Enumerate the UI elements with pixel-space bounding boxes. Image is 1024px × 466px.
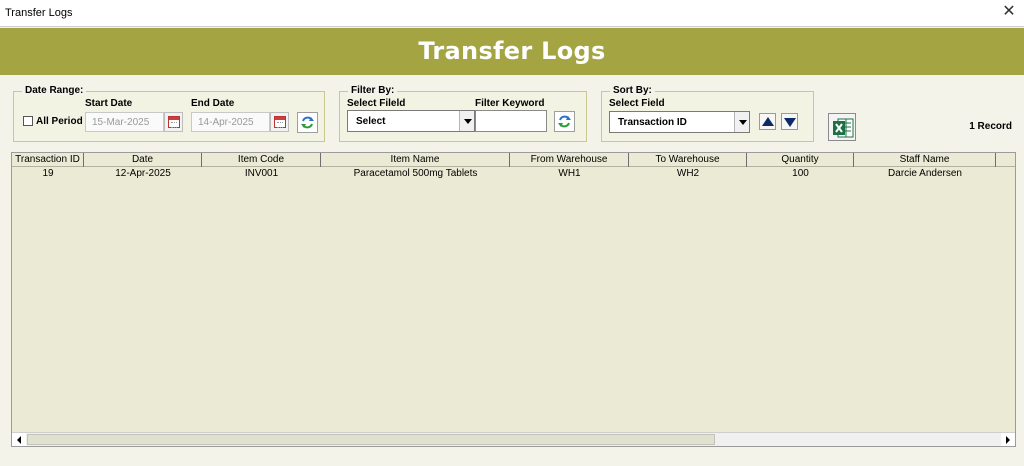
- column-header-transaction-id[interactable]: Transaction ID: [12, 153, 84, 167]
- cell-quantity: 100: [792, 168, 809, 179]
- sort-field-label: Select Field: [609, 98, 665, 109]
- page-banner: Transfer Logs: [0, 28, 1024, 75]
- cell-staff-name: Darcie Andersen: [888, 168, 962, 179]
- table-header: Transaction ID Date Item Code Item Name …: [12, 153, 1015, 167]
- column-header-item-code[interactable]: Item Code: [202, 153, 321, 167]
- column-header-date[interactable]: Date: [84, 153, 202, 167]
- dropdown-arrow-icon[interactable]: [459, 111, 474, 131]
- calendar-icon: [168, 116, 180, 128]
- end-date-label: End Date: [191, 98, 235, 109]
- end-date-calendar-button[interactable]: [270, 112, 289, 132]
- window-titlebar: Transfer Logs ✕: [0, 0, 1024, 27]
- column-header-to-warehouse[interactable]: To Warehouse: [629, 153, 747, 167]
- filter-keyword-label: Filter Keyword: [475, 98, 545, 109]
- sort-by-legend: Sort By:: [610, 85, 655, 96]
- horizontal-scrollbar[interactable]: [12, 432, 1015, 446]
- sort-ascending-button[interactable]: [759, 113, 776, 130]
- close-icon[interactable]: ✕: [1000, 3, 1018, 21]
- record-count: 1 Record: [969, 121, 1012, 132]
- all-period-checkbox[interactable]: [23, 116, 33, 126]
- filter-keyword-input[interactable]: [475, 110, 547, 132]
- sort-descending-icon: [784, 118, 796, 127]
- cell-from-warehouse: WH1: [558, 168, 581, 179]
- page-title: Transfer Logs: [418, 37, 606, 65]
- refresh-icon: [301, 116, 314, 129]
- all-period-label: All Period: [36, 116, 83, 127]
- transfer-logs-table[interactable]: Transaction ID Date Item Code Item Name …: [11, 152, 1016, 447]
- start-date-calendar-button[interactable]: [164, 112, 183, 132]
- cell-to-warehouse: WH2: [676, 168, 700, 179]
- dropdown-arrow-icon[interactable]: [734, 112, 749, 132]
- refresh-icon: [558, 115, 571, 128]
- filter-refresh-button[interactable]: [554, 111, 575, 132]
- scrollbar-thumb[interactable]: [27, 434, 715, 445]
- cell-date: 12-Apr-2025: [115, 168, 171, 179]
- scroll-right-icon[interactable]: [1001, 433, 1015, 446]
- table-row[interactable]: 19 12-Apr-2025 INV001 Paracetamol 500mg …: [12, 167, 1015, 180]
- filter-by-legend: Filter By:: [348, 85, 398, 96]
- cell-item-code: INV001: [244, 168, 279, 179]
- calendar-icon: [274, 116, 286, 128]
- sort-ascending-icon: [762, 117, 774, 126]
- date-refresh-button[interactable]: [297, 112, 318, 133]
- date-range-legend: Date Range:: [22, 85, 87, 96]
- scroll-left-icon[interactable]: [12, 433, 26, 446]
- start-date-label: Start Date: [85, 98, 133, 109]
- sort-field-value: Transaction ID: [618, 117, 687, 128]
- cell-item-name: Paracetamol 500mg Tablets: [353, 168, 478, 179]
- sort-field-dropdown[interactable]: Transaction ID: [609, 111, 750, 133]
- excel-icon: [833, 118, 854, 138]
- window-title: Transfer Logs: [5, 7, 73, 19]
- export-excel-button[interactable]: [828, 113, 856, 141]
- column-header-item-name[interactable]: Item Name: [321, 153, 510, 167]
- column-header-from-warehouse[interactable]: From Warehouse: [510, 153, 629, 167]
- start-date-field[interactable]: 15-Mar-2025: [85, 112, 164, 132]
- column-header-staff-name[interactable]: Staff Name: [854, 153, 996, 167]
- filter-field-label: Select Fileld: [347, 98, 406, 109]
- sort-descending-button[interactable]: [781, 113, 798, 130]
- column-header-quantity[interactable]: Quantity: [747, 153, 854, 167]
- filter-field-value: Select: [356, 116, 386, 127]
- cell-transaction-id: 19: [42, 168, 54, 179]
- end-date-field[interactable]: 14-Apr-2025: [191, 112, 270, 132]
- filter-field-dropdown[interactable]: Select: [347, 110, 475, 132]
